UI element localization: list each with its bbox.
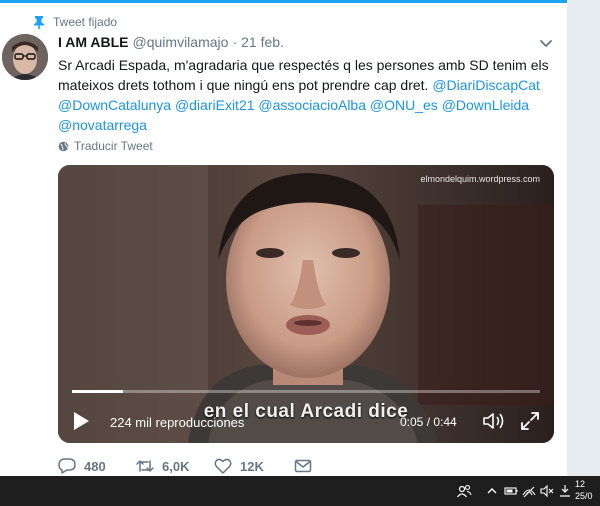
tweet-date[interactable]: 21 feb. (241, 34, 284, 50)
dm-icon (294, 459, 312, 473)
tweet-card[interactable]: Tweet fijado I AM ABLE @quimvilamajo · 2… (0, 0, 567, 476)
retweet-icon (136, 460, 154, 472)
page-gutter (567, 0, 600, 476)
like-button[interactable]: 12K (214, 458, 294, 474)
clock-time: 12 (575, 479, 586, 489)
tweet-header: I AM ABLE @quimvilamajo · 21 feb. (58, 34, 284, 50)
globe-icon (58, 141, 69, 151)
battery-icon[interactable] (504, 483, 518, 499)
windows-taskbar: 12 25/0 (0, 476, 600, 506)
reply-button[interactable]: 480 (58, 458, 136, 474)
avatar[interactable] (2, 34, 48, 80)
mention-link[interactable]: @associacioAlba (258, 97, 366, 113)
tweet-actions: 480 6,0K 12K (58, 458, 312, 474)
retweet-button[interactable]: 6,0K (136, 458, 214, 474)
fullscreen-icon[interactable] (520, 411, 540, 431)
mention-link[interactable]: @DownLleida (442, 97, 529, 113)
pinned-indicator: Tweet fijado (33, 14, 117, 30)
progress-fill (72, 390, 124, 393)
chevron-up-icon[interactable] (486, 483, 498, 499)
tweet-text: Sr Arcadi Espada, m'agradaria que respec… (58, 55, 558, 135)
like-count: 12K (240, 458, 264, 474)
pinned-label: Tweet fijado (53, 15, 118, 29)
author-handle[interactable]: @quimvilamajo (133, 34, 229, 50)
mention-link[interactable]: @novatarrega (58, 117, 147, 133)
view-count: 224 mil reproducciones (110, 415, 245, 430)
retweet-count: 6,0K (162, 458, 190, 474)
people-icon[interactable] (456, 483, 472, 499)
mention-link[interactable]: @DiariDiscapCat (432, 77, 540, 93)
sync-icon[interactable] (558, 483, 572, 499)
progress-bar[interactable] (72, 390, 540, 393)
wifi-icon[interactable] (522, 483, 536, 499)
taskbar-clock[interactable]: 12 25/0 (575, 478, 600, 502)
caret-down-icon[interactable] (539, 39, 553, 49)
play-icon[interactable] (72, 411, 90, 431)
video-player[interactable]: elmondelquim.wordpress.com en el cual Ar… (58, 165, 554, 443)
dm-button[interactable] (294, 458, 312, 474)
mention-link[interactable]: @ONU_es (370, 97, 438, 113)
speaker-muted-icon[interactable] (540, 483, 554, 499)
video-watermark: elmondelquim.wordpress.com (420, 174, 540, 184)
volume-icon[interactable] (482, 411, 508, 431)
video-time: 0:05 / 0:44 (400, 415, 457, 429)
mention-link[interactable]: @diariExit21 (175, 97, 255, 113)
clock-date: 25/0 (575, 491, 593, 501)
avatar-image (2, 34, 48, 80)
translate-label[interactable]: Traducir Tweet (74, 139, 153, 153)
pin-icon (34, 16, 44, 29)
reply-icon (58, 458, 76, 474)
translate-link[interactable]: Traducir Tweet (58, 139, 153, 153)
header-separator: · (232, 34, 238, 50)
author-name[interactable]: I AM ABLE (58, 34, 129, 50)
like-icon (214, 458, 232, 474)
reply-count: 480 (84, 458, 106, 474)
mention-link[interactable]: @DownCatalunya (58, 97, 171, 113)
